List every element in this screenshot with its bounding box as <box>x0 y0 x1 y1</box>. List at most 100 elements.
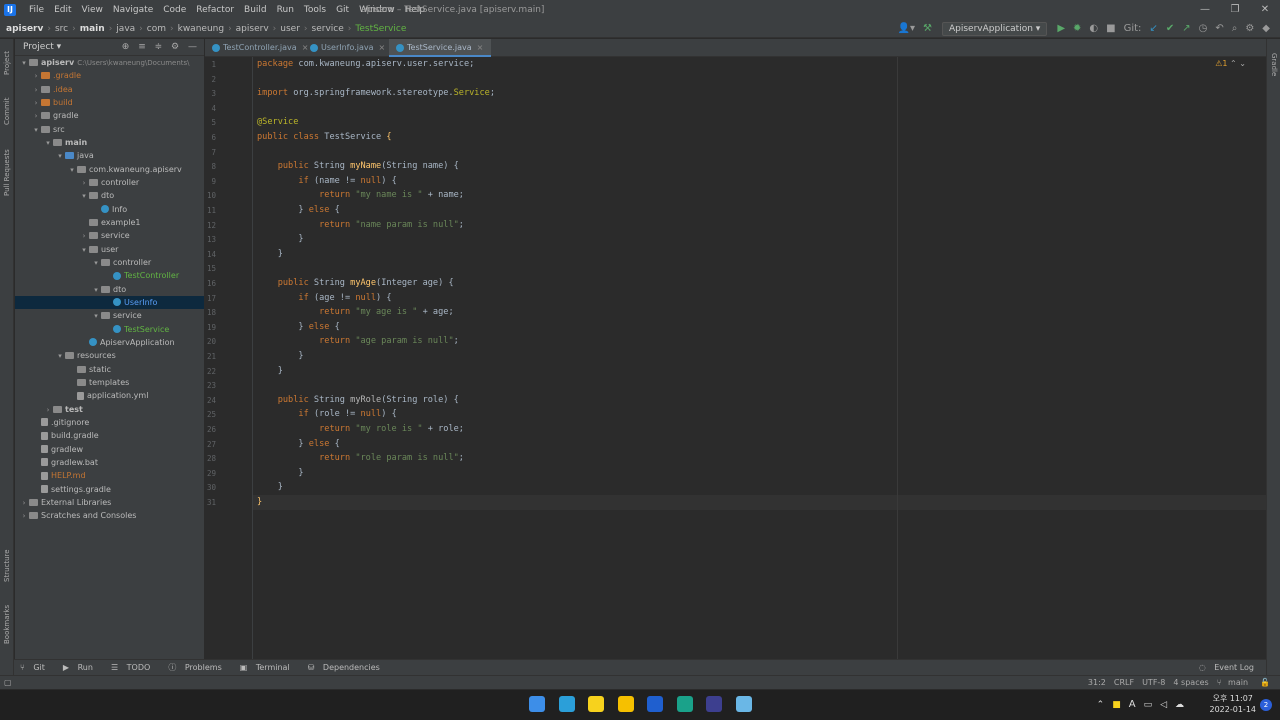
expand-arrow-icon[interactable]: ▾ <box>55 350 65 363</box>
tree-item[interactable]: example1 <box>15 216 204 229</box>
minimize-icon[interactable]: — <box>1190 0 1220 20</box>
code-line[interactable]: } <box>257 349 303 364</box>
tree-item[interactable]: ApiservApplication <box>15 336 204 349</box>
indent-setting[interactable]: 4 spaces <box>1169 676 1212 690</box>
debug-icon[interactable]: ✹ <box>1069 20 1085 38</box>
expand-arrow-icon[interactable]: › <box>19 510 29 523</box>
rollback-icon[interactable]: ↶ <box>1211 20 1227 38</box>
expand-arrow-icon[interactable]: › <box>31 110 41 123</box>
menu-file[interactable]: File <box>24 0 49 20</box>
tab-structure[interactable]: Structure <box>0 544 14 588</box>
code-line[interactable]: public String myRole(String role) { <box>257 393 459 408</box>
code-line[interactable]: } else { <box>257 437 339 452</box>
tree-item[interactable]: ▾ src <box>15 123 204 136</box>
menu-view[interactable]: View <box>77 0 108 20</box>
tree-item[interactable]: TestController <box>15 269 204 282</box>
taskbar-clock[interactable]: 오후 11:07 2022-01-14 <box>1210 693 1257 715</box>
run-config-select[interactable]: ApiservApplication ▾ <box>942 22 1048 36</box>
expand-arrow-icon[interactable]: ▾ <box>79 190 89 203</box>
expand-arrow-icon[interactable]: ▾ <box>91 310 101 323</box>
code-line[interactable]: public String myName(String name) { <box>257 159 459 174</box>
tree-item[interactable]: templates <box>15 376 204 389</box>
volume-icon[interactable]: ◁ <box>1156 690 1171 720</box>
stop-icon[interactable]: ■ <box>1102 20 1119 38</box>
chevron-down-icon[interactable]: ⌄ <box>1239 59 1246 68</box>
tree-item[interactable]: TestService <box>15 323 204 336</box>
git-update-icon[interactable]: ↙ <box>1145 20 1161 38</box>
tree-item[interactable]: › build <box>15 96 204 109</box>
menu-code[interactable]: Code <box>158 0 191 20</box>
tree-item[interactable]: HELP.md <box>15 469 204 482</box>
editor-tab[interactable]: TestService.java × <box>389 39 492 57</box>
event-log-button[interactable]: ◌ Event Log <box>1193 660 1266 676</box>
expand-arrow-icon[interactable]: › <box>19 497 29 510</box>
git-branch[interactable]: ⑂ main <box>1213 676 1256 690</box>
code-line[interactable]: } <box>257 232 303 247</box>
ime-icon[interactable]: A <box>1125 690 1140 720</box>
menu-tools[interactable]: Tools <box>299 0 331 20</box>
tree-item[interactable]: static <box>15 363 204 376</box>
notepad-icon[interactable] <box>735 696 752 712</box>
menu-git[interactable]: Git <box>331 0 354 20</box>
expand-arrow-icon[interactable]: › <box>79 177 89 190</box>
breadcrumb-item[interactable]: service <box>312 24 344 34</box>
locate-icon[interactable]: ⊕ <box>119 42 133 52</box>
breadcrumb-item[interactable]: src <box>55 24 68 34</box>
tool-todo[interactable]: ☰ TODO <box>105 660 162 676</box>
kakaotalk-tray-icon[interactable]: ■ <box>1108 690 1125 720</box>
file-encoding[interactable]: UTF-8 <box>1138 676 1169 690</box>
code-line[interactable]: return "my name is " + name; <box>257 188 464 203</box>
code-line[interactable]: if (role != null) { <box>257 407 396 422</box>
close-tab-icon[interactable]: × <box>379 43 386 52</box>
tree-item[interactable]: ▾ apiserv C:\Users\kwaneung\Documents\ <box>15 56 204 69</box>
code-line[interactable]: return "age param is null"; <box>257 334 459 349</box>
globe-app-icon[interactable] <box>676 696 693 712</box>
tab-commit[interactable]: Commit <box>0 91 14 131</box>
expand-arrow-icon[interactable]: › <box>79 230 89 243</box>
tab-bookmarks[interactable]: Bookmarks <box>0 599 14 649</box>
tree-item[interactable]: .gitignore <box>15 416 204 429</box>
git-commit-icon[interactable]: ✔ <box>1162 20 1178 38</box>
tray-chevron-icon[interactable]: ⌃ <box>1093 690 1109 720</box>
code-line[interactable]: package com.kwaneung.apiserv.user.servic… <box>257 57 474 72</box>
code-line[interactable]: public class TestService { <box>257 130 392 145</box>
code-line[interactable]: } else { <box>257 203 339 218</box>
tree-item[interactable]: › .idea <box>15 83 204 96</box>
editor-tab[interactable]: TestController.java × <box>205 39 316 57</box>
panel-toggle-icon[interactable]: ▢ <box>4 676 12 690</box>
settings-icon[interactable]: ⚙ <box>1241 20 1258 38</box>
breadcrumb-item[interactable]: apiserv <box>236 24 269 34</box>
code-line[interactable]: } else { <box>257 320 339 335</box>
expand-arrow-icon[interactable]: ▾ <box>43 137 53 150</box>
intellij-icon[interactable] <box>647 696 663 712</box>
tree-item[interactable]: ▾ com.kwaneung.apiserv <box>15 163 204 176</box>
tree-item[interactable]: › controller <box>15 176 204 189</box>
expand-arrow-icon[interactable]: ▾ <box>67 164 77 177</box>
code-line[interactable]: return "name param is null"; <box>257 218 464 233</box>
menu-run[interactable]: Run <box>272 0 299 20</box>
tab-gradle[interactable]: Gradle <box>1267 45 1280 85</box>
breadcrumb-item[interactable]: user <box>280 24 300 34</box>
eclipse-icon[interactable] <box>706 696 722 712</box>
expand-arrow-icon[interactable]: › <box>31 97 41 110</box>
line-separator[interactable]: CRLF <box>1110 676 1138 690</box>
menu-refactor[interactable]: Refactor <box>191 0 239 20</box>
code-line[interactable]: import org.springframework.stereotype.Se… <box>257 86 495 101</box>
bird-app-icon[interactable] <box>558 696 575 712</box>
tree-item[interactable]: ▾ java <box>15 149 204 162</box>
code-line[interactable]: } <box>257 466 303 481</box>
tree-item[interactable]: ▾ dto <box>15 283 204 296</box>
tree-item[interactable]: gradlew.bat <box>15 456 204 469</box>
expand-arrow-icon[interactable]: › <box>31 84 41 97</box>
breadcrumb-item[interactable]: java <box>116 24 135 34</box>
sticky-notes-icon[interactable] <box>617 696 634 712</box>
expand-arrow-icon[interactable]: ▾ <box>31 124 41 137</box>
gear-icon[interactable]: ⚙ <box>168 42 182 52</box>
coverage-icon[interactable]: ◐ <box>1085 20 1102 38</box>
tree-item[interactable]: gradlew <box>15 443 204 456</box>
git-push-icon[interactable]: ↗ <box>1178 20 1194 38</box>
tree-item[interactable]: ▾ service <box>15 309 204 322</box>
tool-dependencies[interactable]: ⛁ Dependencies <box>302 660 392 676</box>
close-icon[interactable]: ✕ <box>1250 0 1280 20</box>
hammer-icon[interactable]: ⚒ <box>919 20 936 38</box>
